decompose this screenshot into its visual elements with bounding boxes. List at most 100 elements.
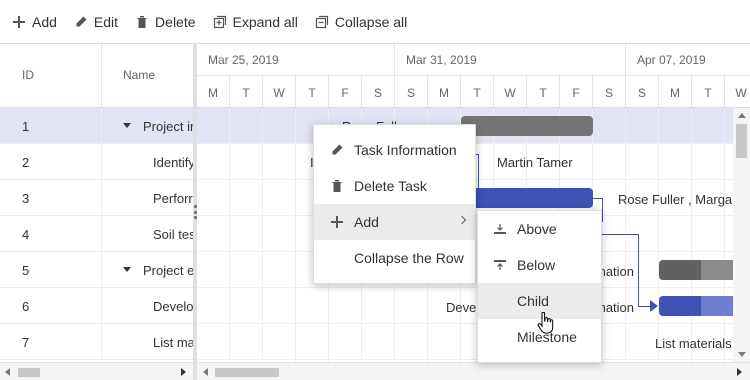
task-bar[interactable] [659,296,733,316]
task-label: Devel [446,300,480,315]
menu-item-label: Add [354,214,379,230]
menu-item-collapse-row[interactable]: Collapse the Row [314,240,475,276]
scroll-right-icon[interactable] [181,368,186,376]
grid-row[interactable]: 1 Project in [0,108,193,144]
progress-remaining [701,296,733,316]
day-header: T [230,76,263,107]
day-header: M [428,76,461,107]
day-header: S [395,76,428,107]
cell-divider [101,144,102,180]
scroll-left-icon[interactable] [5,368,10,376]
grid-row[interactable]: 7 List ma [0,324,193,360]
scroll-thumb[interactable] [18,368,40,377]
row-name: Identify [153,155,193,170]
submenu-item-above[interactable]: Above [478,211,601,247]
day-header: F [329,76,362,107]
day-header: T [461,76,494,107]
plus-icon [330,215,344,229]
collapse-caret-icon[interactable] [123,267,131,272]
scroll-right-icon[interactable] [737,368,742,376]
scroll-up-icon[interactable] [738,113,746,118]
grid-horizontal-scrollbar[interactable] [0,362,193,380]
row-id: 6 [22,299,30,314]
day-header: S [593,76,626,107]
submenu-item-below[interactable]: Below [478,247,601,283]
parent-task-bar[interactable] [659,260,733,280]
row-name: List ma [153,335,193,350]
context-menu: Task Information Delete Task Add Collaps… [313,124,476,284]
submenu-item-label: Above [517,221,557,237]
menu-item-label: Collapse the Row [354,250,464,266]
expand-all-button[interactable]: Expand all [213,14,298,30]
grid-row[interactable]: 2 Identify [0,144,193,180]
toolbar: Add Edit Delete Expand all Collapse all [0,0,750,44]
cell-divider [101,288,102,324]
row-id: 4 [22,227,30,242]
day-header: S [362,76,395,107]
task-bar[interactable] [461,188,593,208]
day-header: S [626,76,659,107]
submenu-item-label: Below [517,257,556,273]
cell-divider [101,216,102,252]
menu-item-task-information[interactable]: Task Information [314,132,475,168]
menu-item-delete-task[interactable]: Delete Task [314,168,475,204]
delete-button[interactable]: Delete [135,13,196,30]
edit-button[interactable]: Edit [74,14,118,30]
menu-item-label: Delete Task [354,178,427,194]
connector-arrow-icon [650,300,658,312]
row-name: Soil tes [153,227,193,242]
scroll-down-icon[interactable] [738,352,746,357]
chart-horizontal-scrollbar[interactable] [197,362,750,380]
day-column [230,108,263,362]
delete-button-label: Delete [155,13,196,30]
scroll-thumb[interactable] [736,124,747,158]
parent-task-bar[interactable] [461,116,593,136]
day-header: F [560,76,593,107]
day-header: M [659,76,692,107]
column-divider[interactable] [101,44,102,108]
resource-label: Martin Tamer [497,155,573,170]
column-header-name[interactable]: Name [123,68,155,82]
add-submenu: Above Below Child Milestone [477,210,602,363]
resource-label: Rose Fuller , Margar [618,192,733,207]
week-header: Mar 25, 2019 [197,44,395,76]
day-column [692,108,725,362]
row-id: 7 [22,335,30,350]
grid-row[interactable]: 6 Develo [0,288,193,324]
collapse-caret-icon[interactable] [123,123,131,128]
submenu-item-label: Child [517,293,549,309]
add-button[interactable]: Add [12,14,57,30]
cell-divider [101,252,102,288]
week-header: Apr 07, 2019 [626,44,750,76]
task-label: List materials [655,336,732,351]
day-header: M [197,76,230,107]
grid-row[interactable]: 5 Project e [0,252,193,288]
day-header: T [692,76,725,107]
day-header: W [263,76,296,107]
day-header: T [527,76,560,107]
add-button-label: Add [32,13,57,30]
hand-pointer-icon [537,311,555,334]
menu-item-add[interactable]: Add [314,204,475,240]
grid-row[interactable]: 4 Soil tes [0,216,193,252]
column-header-id[interactable]: ID [22,68,34,82]
row-name: Develo [153,299,193,314]
vertical-scrollbar[interactable] [733,108,750,362]
insert-above-icon [493,222,507,236]
row-name: Project e [143,263,193,278]
scroll-thumb[interactable] [215,368,279,377]
collapse-all-label: Collapse all [334,13,408,30]
grid-row[interactable]: 3 Perforr [0,180,193,216]
cell-divider [101,324,102,360]
collapse-all-button[interactable]: Collapse all [315,14,407,30]
insert-below-icon [493,258,507,272]
cell-divider [101,108,102,144]
expand-all-label: Expand all [232,13,298,30]
day-header: W [494,76,527,107]
row-name: Project in [143,119,193,134]
expand-all-icon [213,15,227,29]
chevron-right-icon [457,215,467,225]
trash-icon [135,15,149,29]
scroll-left-icon[interactable] [203,368,208,376]
day-column [659,108,692,362]
